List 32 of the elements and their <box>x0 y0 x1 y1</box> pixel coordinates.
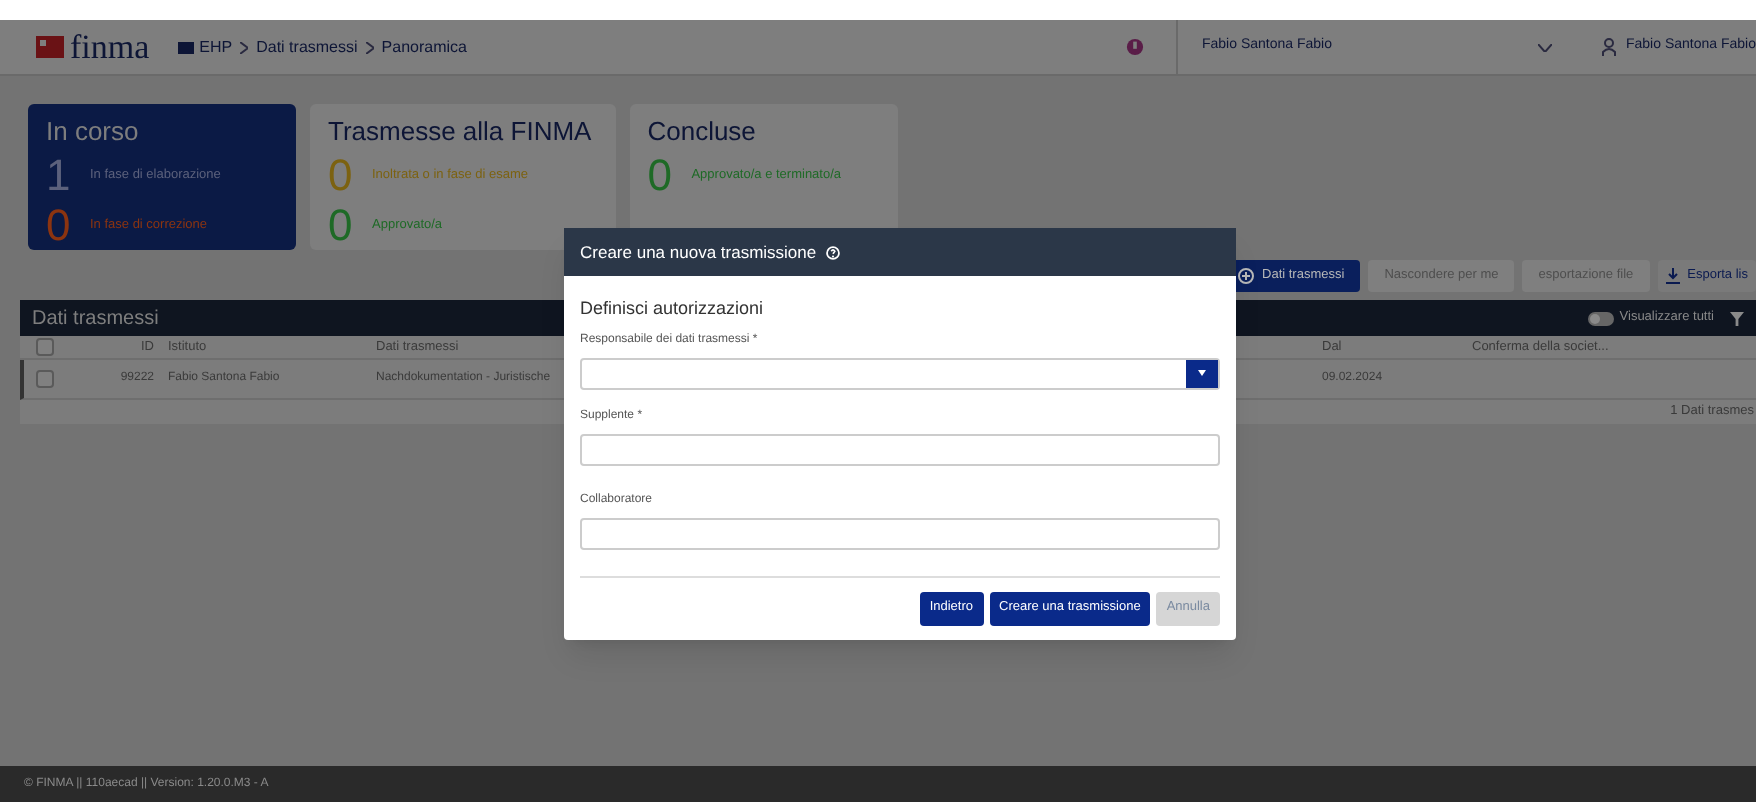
card-title: Trasmesse alla FINMA <box>328 114 592 150</box>
checkbox[interactable] <box>36 338 54 356</box>
dropdown-button[interactable] <box>1186 359 1218 387</box>
chevron-icon <box>365 41 374 53</box>
status-count: 0 <box>328 154 355 198</box>
chevron-icon <box>240 41 249 53</box>
breadcrumb-link[interactable]: Panoramica <box>381 35 467 59</box>
logo-icon <box>36 36 64 58</box>
input-field[interactable] <box>580 433 1220 465</box>
help-icon[interactable] <box>826 245 841 259</box>
card-title: Concluse <box>647 114 758 150</box>
menu-icon[interactable] <box>177 41 194 53</box>
download-icon <box>1665 268 1680 284</box>
toggle-switch[interactable] <box>1587 311 1614 325</box>
user-icon[interactable] <box>1602 38 1616 56</box>
status-count: 0 <box>328 204 355 248</box>
filter-icon[interactable] <box>1730 311 1744 325</box>
chevron-down-icon <box>1538 43 1552 51</box>
checkbox[interactable] <box>36 370 54 388</box>
logo-text[interactable]: finma <box>70 21 150 73</box>
caret-icon <box>1198 370 1206 376</box>
table-title: Dati trasmessi <box>32 305 159 333</box>
card-title: In corso <box>46 114 141 150</box>
breadcrumb-link[interactable]: Dati trasmessi <box>256 35 358 59</box>
input-field[interactable] <box>580 517 1220 549</box>
status-count: 1 <box>46 154 73 198</box>
select-field[interactable] <box>580 357 1220 389</box>
status-count: 0 <box>46 204 73 248</box>
section-title: Definisci autorizzazioni <box>580 296 766 322</box>
plus-circle-icon <box>1238 268 1255 284</box>
breadcrumb-link[interactable]: EHP <box>199 35 233 59</box>
status-count: 0 <box>647 154 674 198</box>
